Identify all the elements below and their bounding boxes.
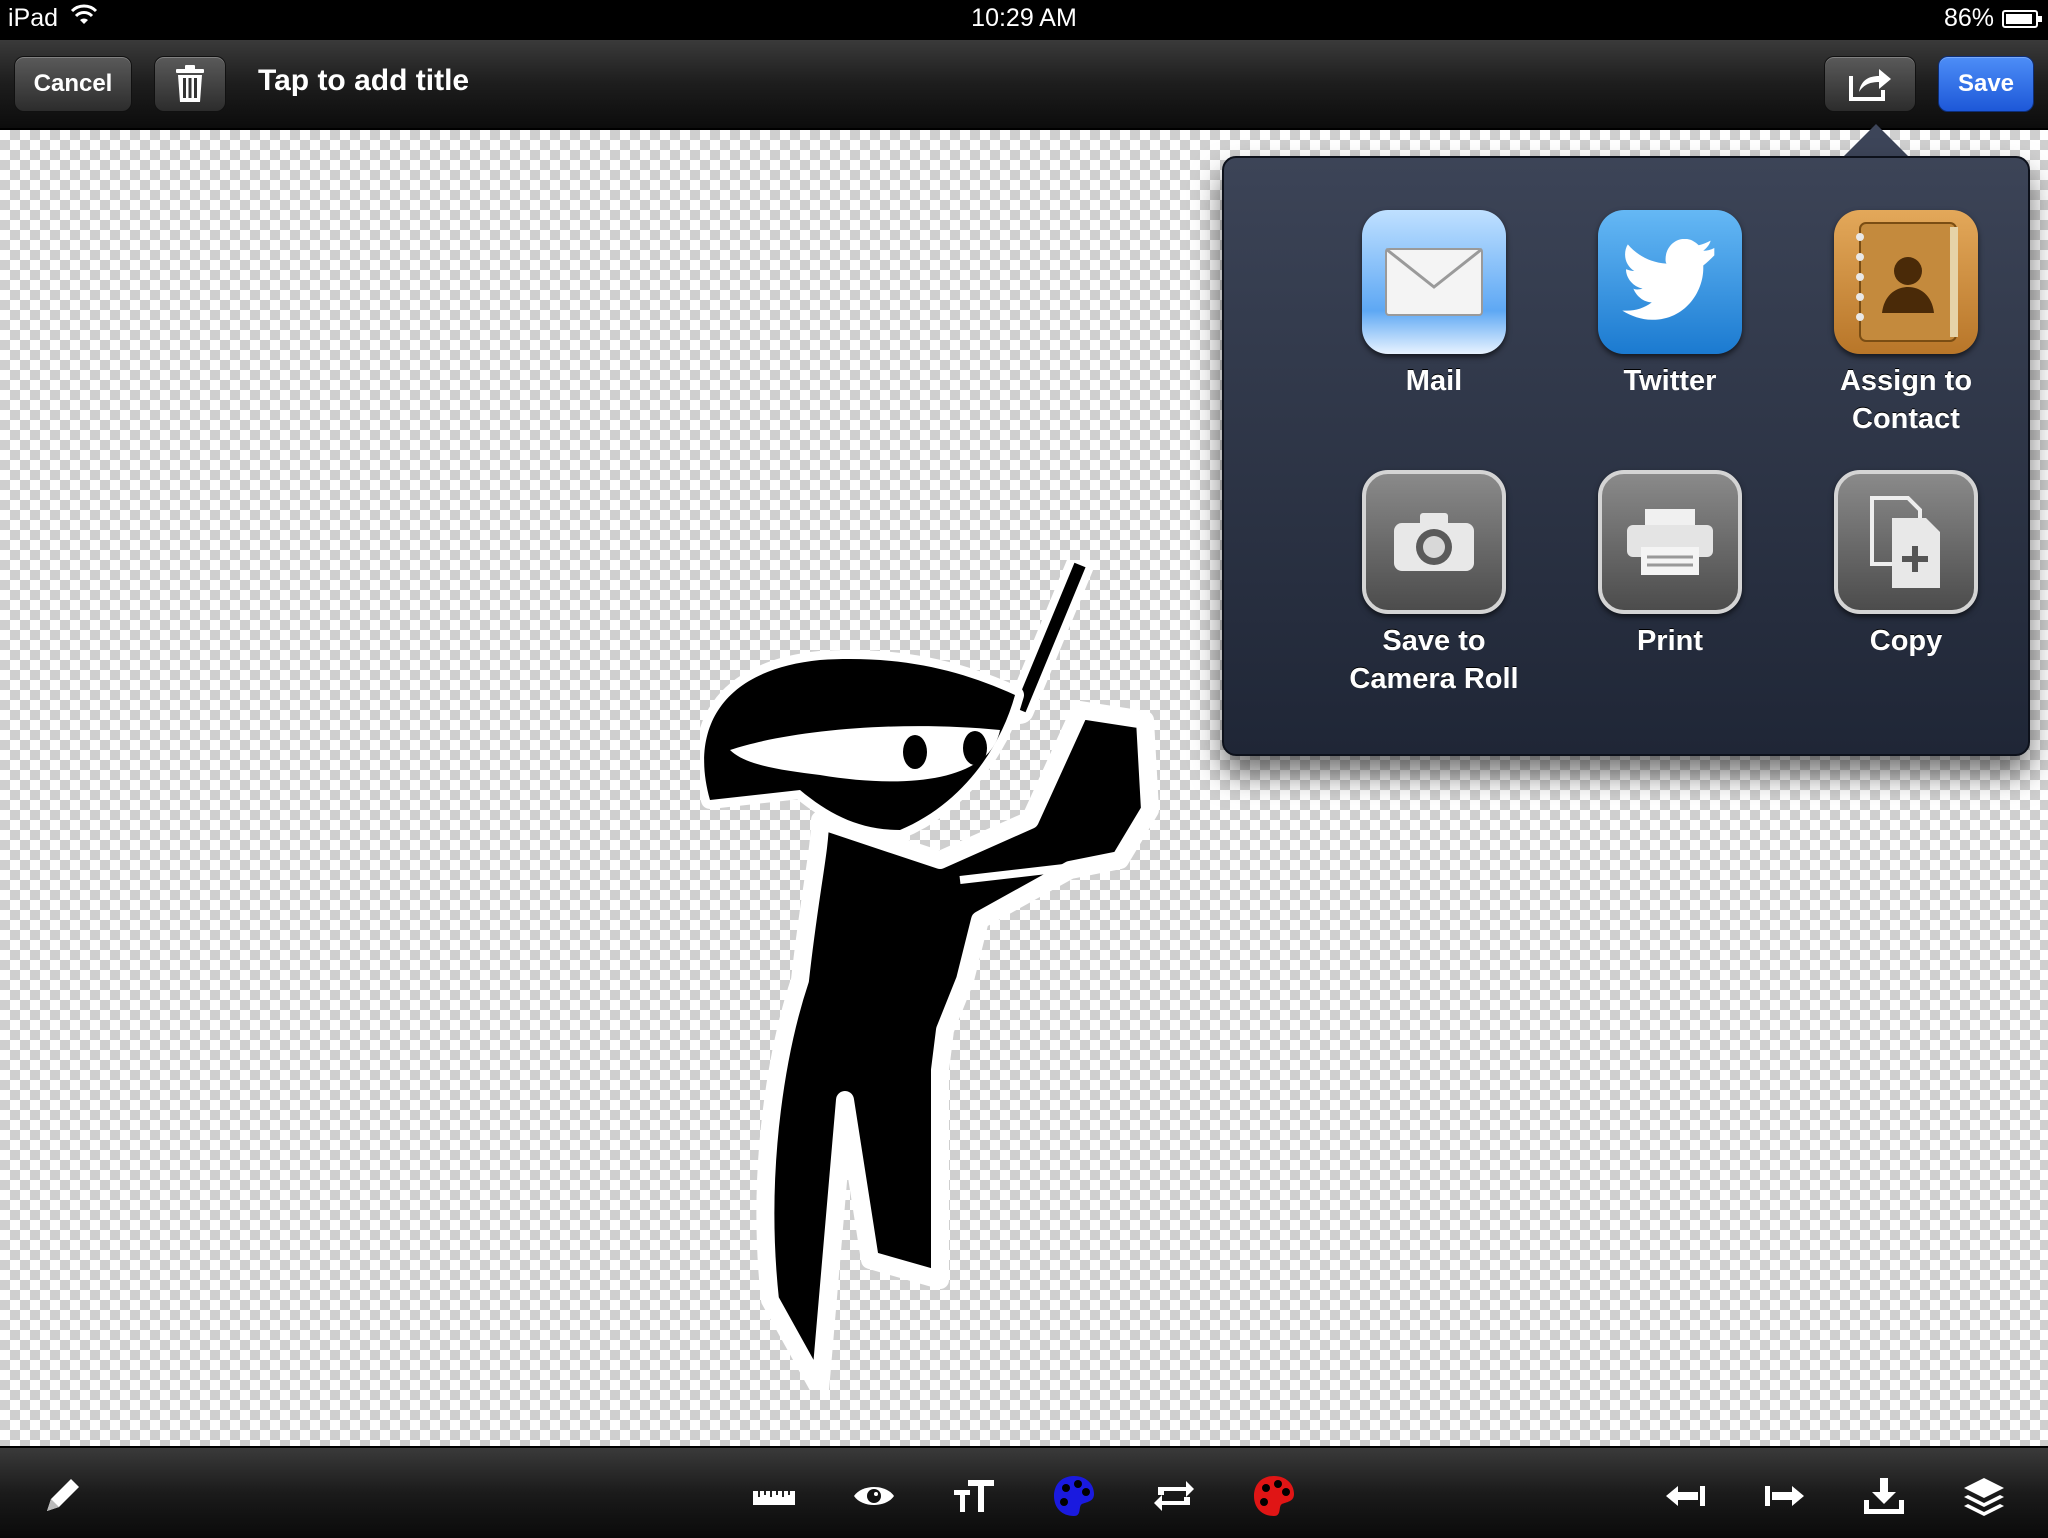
- redo-icon[interactable]: [1756, 1468, 1812, 1524]
- trash-button[interactable]: [154, 56, 226, 112]
- pencil-icon[interactable]: [34, 1468, 90, 1524]
- undo-icon[interactable]: [1658, 1468, 1714, 1524]
- save-button[interactable]: Save: [1938, 56, 2034, 112]
- share-label-twitter: Twitter: [1623, 365, 1717, 397]
- ruler-icon[interactable]: [746, 1468, 802, 1524]
- status-bar: iPad 10:29 AM 86%: [0, 0, 2048, 40]
- download-icon[interactable]: [1856, 1468, 1912, 1524]
- layers-icon[interactable]: [1956, 1468, 2012, 1524]
- popover-arrow: [1842, 124, 1910, 158]
- twitter-icon: [1598, 210, 1742, 354]
- copy-icon: [1834, 470, 1978, 614]
- trash-icon: [176, 65, 204, 102]
- printer-icon: [1598, 470, 1742, 614]
- blue-palette-icon[interactable]: [1046, 1468, 1102, 1524]
- eye-icon[interactable]: [846, 1468, 902, 1524]
- share-item-save-camera-roll[interactable]: Save to Camera Roll: [1319, 470, 1549, 698]
- share-label-save-camera-roll: Save to Camera Roll: [1349, 625, 1519, 695]
- cancel-button[interactable]: Cancel: [14, 56, 132, 112]
- share-label-copy: Copy: [1869, 625, 1943, 657]
- bottom-toolbar: [0, 1446, 2048, 1538]
- share-item-assign-contact[interactable]: Assign to Contact: [1791, 210, 2021, 438]
- contacts-icon: [1834, 210, 1978, 354]
- mail-icon: [1362, 210, 1506, 354]
- share-item-copy[interactable]: Copy: [1791, 470, 2021, 660]
- share-label-mail: Mail: [1405, 365, 1463, 397]
- text-size-icon[interactable]: [946, 1468, 1002, 1524]
- share-icon: [1849, 69, 1891, 101]
- share-label-print: Print: [1636, 625, 1704, 657]
- share-label-assign-contact: Assign to Contact: [1839, 365, 1973, 435]
- top-toolbar: Cancel Tap to add title Save: [0, 40, 2048, 130]
- battery-percent: 86%: [1943, 4, 1994, 32]
- ninja-drawing: [700, 560, 1159, 1390]
- share-button[interactable]: [1824, 56, 1916, 112]
- battery-icon: [2002, 9, 2042, 28]
- share-item-mail[interactable]: Mail: [1319, 210, 1549, 400]
- red-palette-icon[interactable]: [1246, 1468, 1302, 1524]
- share-item-print[interactable]: Print: [1555, 470, 1785, 660]
- title-field[interactable]: Tap to add title: [258, 64, 469, 98]
- camera-icon: [1362, 470, 1506, 614]
- flip-icon[interactable]: [1146, 1468, 1202, 1524]
- status-time: 10:29 AM: [971, 4, 1077, 32]
- share-item-twitter[interactable]: Twitter: [1555, 210, 1785, 400]
- share-popover: Mail Twitter Assign to Contact Save to C…: [1222, 156, 2030, 756]
